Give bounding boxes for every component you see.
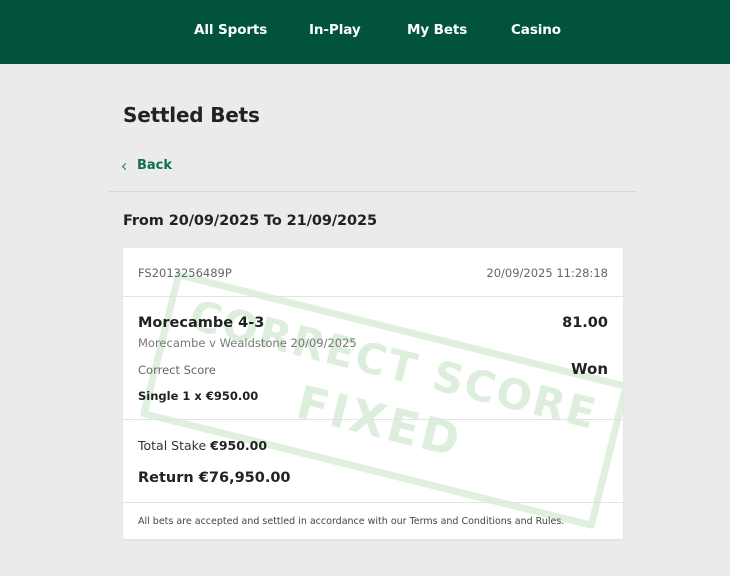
bet-card: CORRECT SCORE FIXED FS2013256489P 20/09/…	[123, 248, 623, 539]
return-value: €76,950.00	[198, 470, 291, 486]
bet-timestamp: 20/09/2025 11:28:18	[486, 266, 608, 280]
card-divider	[123, 502, 623, 503]
nav-in-play[interactable]: In-Play	[309, 22, 361, 38]
nav-my-bets[interactable]: My Bets	[407, 22, 467, 38]
event-name: Morecambe v Wealdstone 20/09/2025	[138, 336, 357, 350]
return-label: Return	[138, 470, 194, 486]
bet-result: Won	[571, 360, 608, 378]
divider	[109, 191, 637, 192]
back-button[interactable]: Back	[121, 158, 173, 173]
date-range-heading: From 20/09/2025 To 21/09/2025	[123, 213, 377, 229]
bet-odds: 81.00	[562, 315, 608, 331]
selection-name: Morecambe 4-3	[138, 315, 265, 331]
top-navigation-bar: All Sports In-Play My Bets Casino	[0, 0, 730, 64]
market-name: Correct Score	[138, 363, 216, 377]
card-divider	[123, 419, 623, 420]
total-stake: Total Stake €950.00	[138, 438, 267, 453]
total-stake-label: Total Stake	[138, 438, 207, 453]
nav-casino[interactable]: Casino	[511, 22, 561, 38]
card-divider	[123, 296, 623, 297]
chevron-left-icon	[121, 162, 130, 170]
terms-text: All bets are accepted and settled in acc…	[138, 516, 565, 527]
bet-reference: FS2013256489P	[138, 266, 232, 280]
nav-all-sports[interactable]: All Sports	[194, 22, 267, 38]
page-title: Settled Bets	[123, 103, 260, 127]
total-stake-value: €950.00	[210, 438, 268, 453]
back-label: Back	[137, 158, 173, 173]
bet-return: Return €76,950.00	[138, 470, 291, 486]
stamp-line-1: CORRECT SCORE	[185, 290, 603, 439]
bet-type-line: Single 1 x €950.00	[138, 389, 259, 403]
